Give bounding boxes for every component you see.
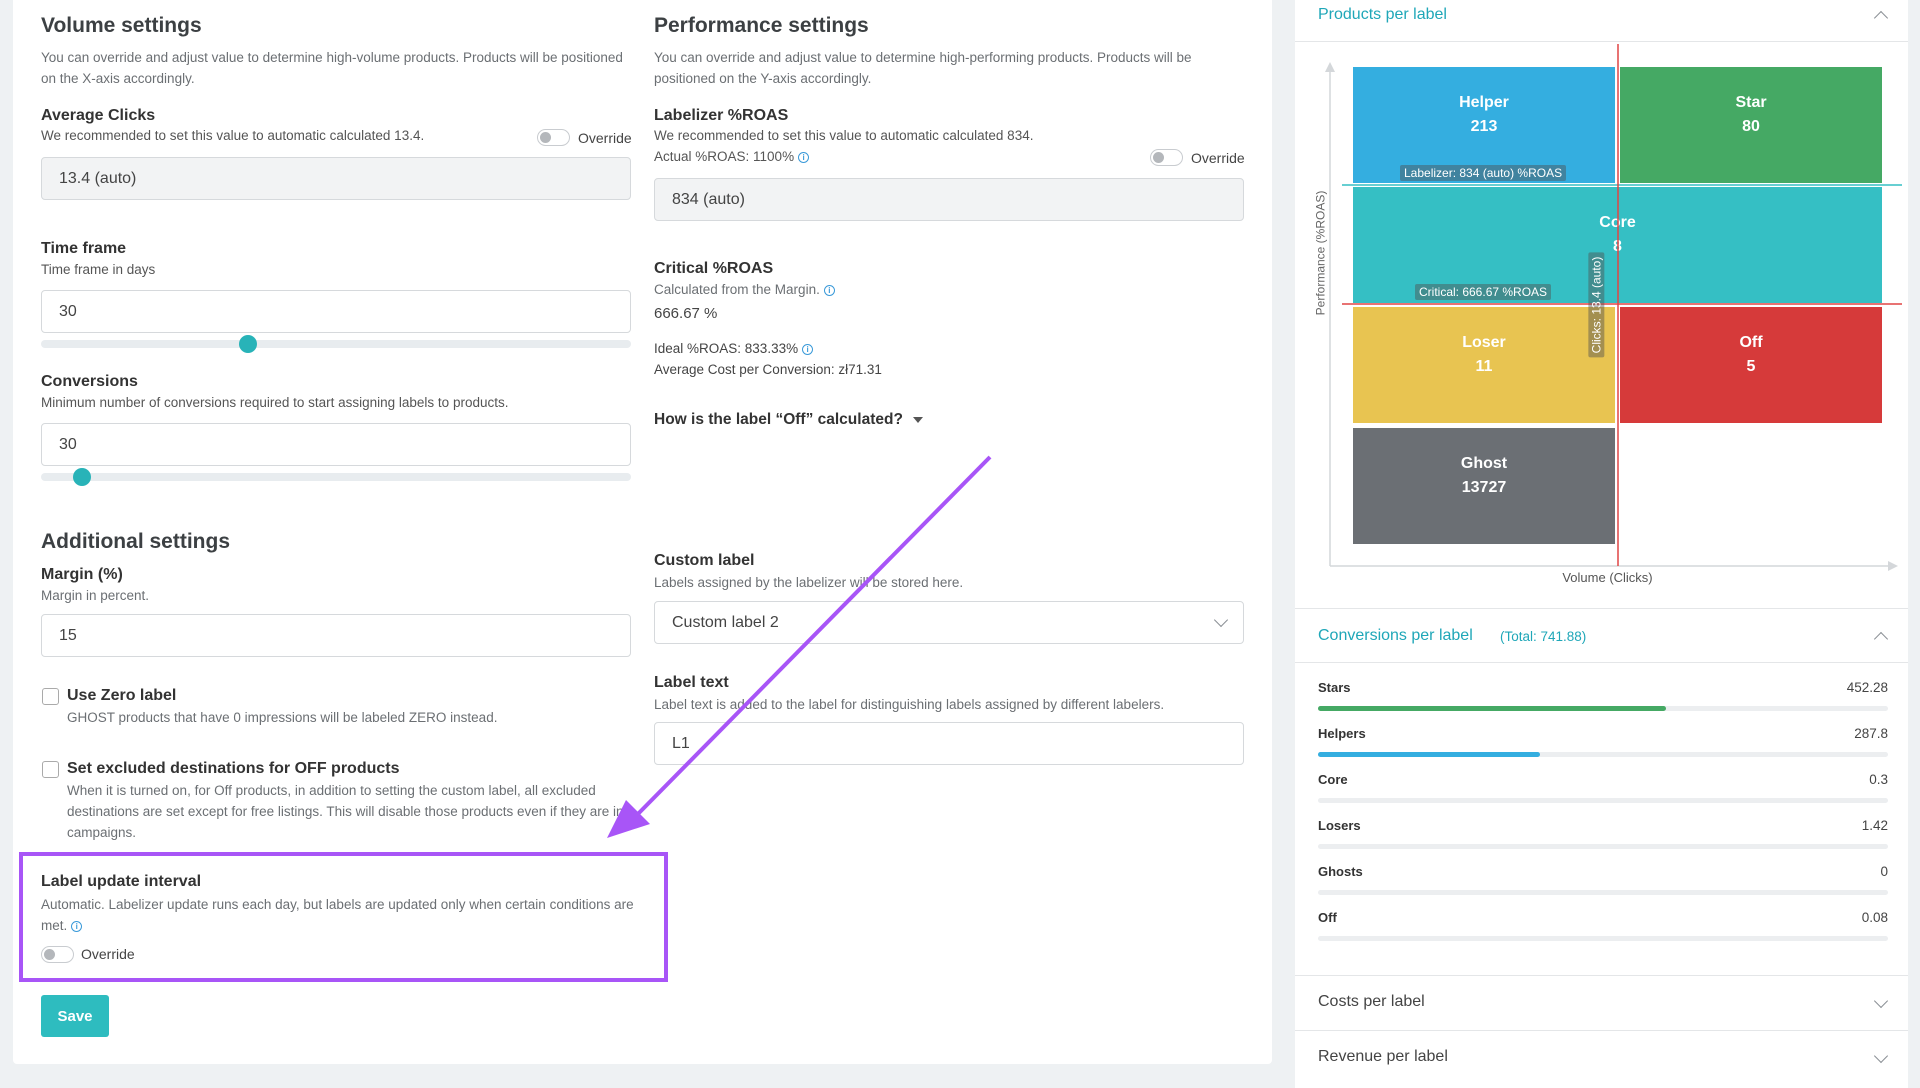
divider	[1295, 975, 1908, 976]
conversion-row-bar-track	[1318, 752, 1888, 757]
conversion-row-label: Losers	[1318, 818, 1361, 833]
divider	[1295, 608, 1908, 609]
threshold-lines	[1342, 44, 1902, 566]
conversions-total: (Total: 741.88)	[1500, 629, 1587, 644]
conversion-row-value: 1.42	[1861, 818, 1888, 833]
conversion-row-value: 0.3	[1869, 772, 1888, 787]
conversion-row-label: Stars	[1318, 680, 1351, 695]
conversion-row-value: 0.08	[1861, 910, 1888, 925]
divider	[1295, 1030, 1908, 1031]
conversion-row-bar-track	[1318, 936, 1888, 941]
conversions-per-label-title[interactable]: Conversions per label	[1318, 627, 1473, 645]
costs-per-label-title[interactable]: Costs per label	[1318, 993, 1425, 1011]
conversion-row-bar-track	[1318, 706, 1888, 711]
conversion-row-value: 452.28	[1846, 680, 1888, 695]
conversion-row-label: Helpers	[1318, 726, 1366, 741]
conversion-row-bar-track	[1318, 798, 1888, 803]
conversion-row-bar-fill	[1318, 706, 1666, 711]
conversion-row-bar-track	[1318, 844, 1888, 849]
conversion-row-bar-track	[1318, 890, 1888, 895]
conversion-row-bar-fill	[1318, 752, 1541, 757]
critical-threshold-label: Critical: 666.67 %ROAS	[1415, 284, 1552, 300]
conversion-row-value: 287.8	[1854, 726, 1888, 741]
revenue-per-label-title[interactable]: Revenue per label	[1318, 1048, 1448, 1066]
divider	[1295, 662, 1908, 663]
conversion-row-label: Ghosts	[1318, 864, 1363, 879]
clicks-threshold-label: Clicks: 13.4 (auto)	[1588, 252, 1605, 358]
labelizer-threshold-label: Labelizer: 834 (auto) %ROAS	[1400, 165, 1567, 181]
conversion-row-label: Off	[1318, 910, 1337, 925]
conversion-row-label: Core	[1318, 772, 1348, 787]
conversion-row-value: 0	[1880, 864, 1888, 879]
